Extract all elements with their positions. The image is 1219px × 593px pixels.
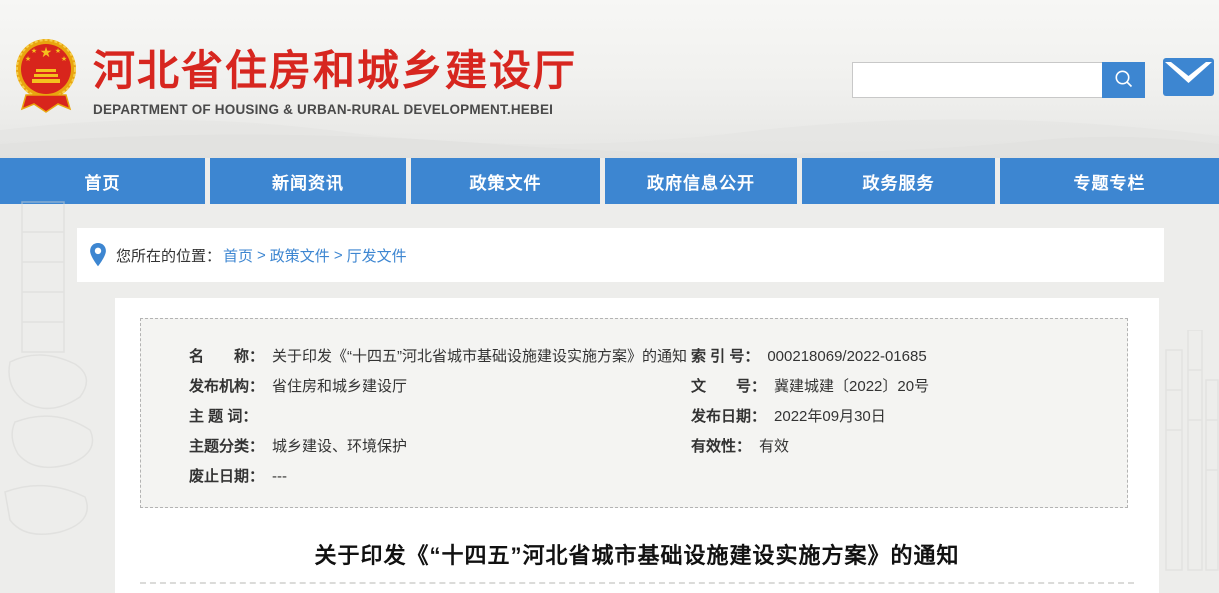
meta-label: 发布日期： — [691, 408, 766, 425]
meta-value: --- — [272, 468, 287, 485]
meta-row-issuing-agency: 发布机构： 省住房和城乡建设厅 — [189, 372, 687, 402]
nav-item-home[interactable]: 首页 — [0, 158, 205, 204]
search-button[interactable] — [1102, 62, 1145, 98]
meta-label: 主题分类： — [189, 438, 264, 455]
meta-row-document-number: 文 号： 冀建城建〔2022〕20号 — [691, 372, 929, 402]
svg-text:★: ★ — [31, 47, 37, 55]
magnifier-icon — [1113, 69, 1135, 91]
article-title: 关于印发《“十四五”河北省城市基础设施建设实施方案》的通知 — [115, 538, 1159, 570]
meta-row-subject-category: 主题分类： 城乡建设、环境保护 — [189, 432, 687, 462]
nav-item-special-topics[interactable]: 专题专栏 — [1000, 158, 1219, 204]
breadcrumb-separator: > — [257, 247, 266, 264]
meta-value: 冀建城建〔2022〕20号 — [774, 378, 929, 395]
meta-row-publish-date: 发布日期： 2022年09月30日 — [691, 402, 929, 432]
meta-value: 有效 — [759, 438, 789, 455]
svg-text:★: ★ — [40, 44, 53, 60]
site-title: 河北省住房和城乡建设厅 — [93, 48, 577, 94]
meta-value: 关于印发《“十四五”河北省城市基础设施建设实施方案》的通知 — [272, 348, 687, 365]
breadcrumb: 您所在的位置： 首页 > 政策文件 > 厅发文件 — [77, 228, 1164, 282]
site-header: ★ ★ ★ ★ ★ 河北省住房和城乡建设厅 DEPARTMENT OF HOUS… — [0, 0, 1219, 158]
map-pin-icon — [89, 242, 107, 268]
meta-row-validity: 有效性： 有效 — [691, 432, 929, 462]
brand-block: 河北省住房和城乡建设厅 DEPARTMENT OF HOUSING & URBA… — [93, 48, 577, 117]
meta-row-index-number: 索 引 号： 000218069/2022-01685 — [691, 342, 929, 372]
envelope-icon[interactable] — [1163, 58, 1214, 96]
meta-column-left: 名 称： 关于印发《“十四五”河北省城市基础设施建设实施方案》的通知 发布机构： 省… — [189, 342, 687, 492]
svg-text:★: ★ — [61, 55, 67, 63]
nav-item-government-info[interactable]: 政府信息公开 — [605, 158, 797, 204]
meta-label: 索 引 号： — [691, 348, 759, 365]
meta-column-right: 索 引 号： 000218069/2022-01685 文 号： 冀建城建〔2022… — [691, 342, 929, 462]
meta-value: 城乡建设、环境保护 — [272, 438, 407, 455]
breadcrumb-separator: > — [334, 247, 343, 264]
main-nav: 首页 新闻资讯 政策文件 政府信息公开 政务服务 专题专栏 — [0, 158, 1219, 204]
meta-value: 省住房和城乡建设厅 — [272, 378, 407, 395]
svg-text:★: ★ — [25, 55, 31, 63]
nav-item-government-services[interactable]: 政务服务 — [802, 158, 995, 204]
meta-label: 文 号： — [691, 378, 766, 395]
breadcrumb-link-dept-files[interactable]: 厅发文件 — [347, 245, 407, 266]
title-divider — [140, 582, 1134, 584]
breadcrumb-link-policy[interactable]: 政策文件 — [270, 245, 330, 266]
meta-label: 发布机构： — [189, 378, 264, 395]
site-subtitle: DEPARTMENT OF HOUSING & URBAN-RURAL DEVE… — [93, 102, 577, 117]
nav-item-policy-documents[interactable]: 政策文件 — [411, 158, 600, 204]
search-input[interactable] — [852, 62, 1103, 98]
right-sketch-watermark — [1160, 330, 1219, 590]
meta-value: 000218069/2022-01685 — [767, 348, 926, 365]
meta-row-repeal-date: 废止日期： --- — [189, 462, 687, 492]
breadcrumb-prefix: 您所在的位置： — [116, 245, 221, 266]
meta-label: 废止日期： — [189, 468, 264, 485]
document-meta-box: 名 称： 关于印发《“十四五”河北省城市基础设施建设实施方案》的通知 发布机构： 省… — [140, 318, 1128, 508]
meta-row-subject-words: 主 题 词： — [189, 402, 687, 432]
breadcrumb-link-home[interactable]: 首页 — [223, 245, 253, 266]
meta-label: 主 题 词： — [189, 408, 257, 425]
meta-label: 名 称： — [189, 348, 264, 365]
national-emblem: ★ ★ ★ ★ ★ — [14, 33, 78, 121]
meta-value: 2022年09月30日 — [774, 408, 886, 425]
meta-row-name: 名 称： 关于印发《“十四五”河北省城市基础设施建设实施方案》的通知 — [189, 342, 687, 372]
nav-item-news[interactable]: 新闻资讯 — [210, 158, 406, 204]
article-card: 名 称： 关于印发《“十四五”河北省城市基础设施建设实施方案》的通知 发布机构： 省… — [115, 298, 1159, 593]
meta-label: 有效性： — [691, 438, 751, 455]
svg-text:★: ★ — [55, 47, 61, 55]
